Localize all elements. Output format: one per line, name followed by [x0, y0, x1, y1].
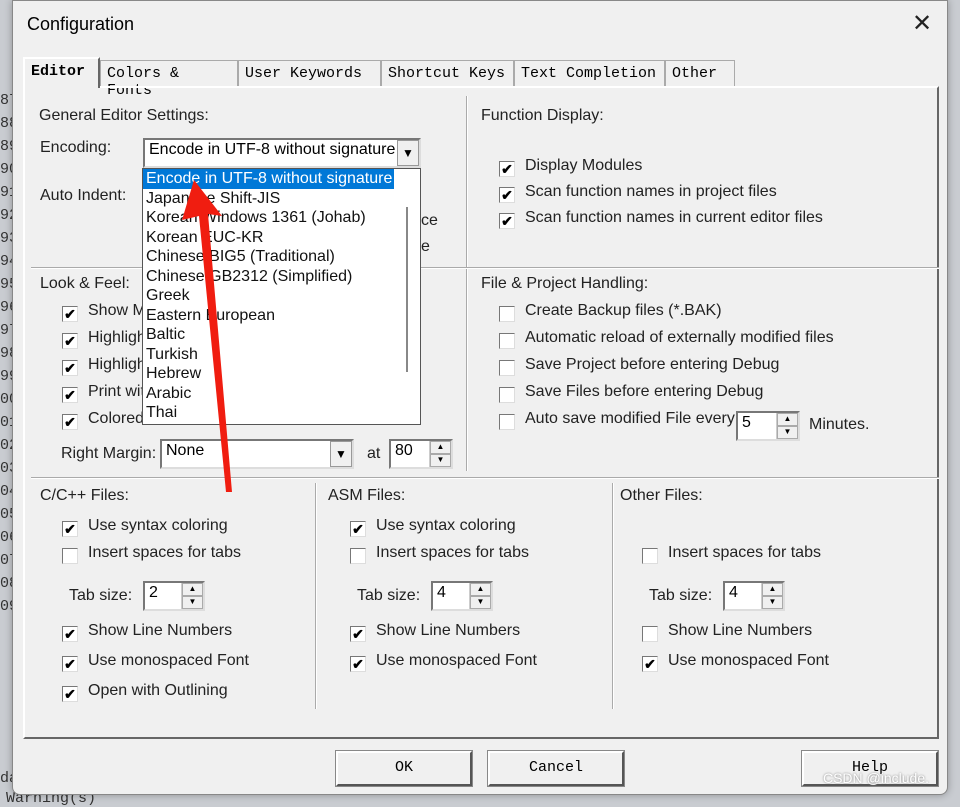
annotation-arrow — [182, 180, 232, 492]
arrow-shape — [182, 180, 232, 492]
